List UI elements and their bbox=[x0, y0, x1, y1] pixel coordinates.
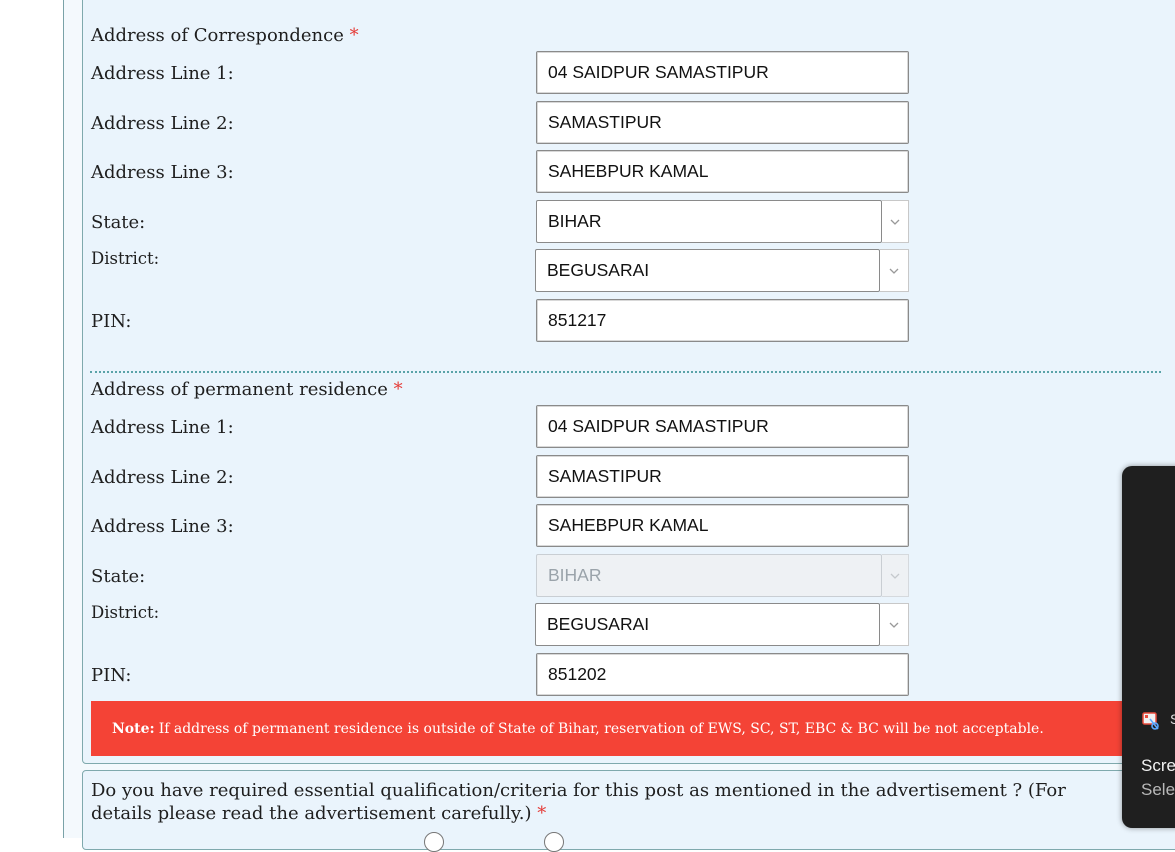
corr-line3-label: Address Line 3: bbox=[91, 162, 234, 183]
perm-district-select[interactable]: BEGUSARAI bbox=[535, 603, 909, 646]
note-text: If address of permanent residence is out… bbox=[158, 720, 1044, 737]
permanent-title: Address of permanent residence * bbox=[91, 379, 403, 400]
corr-state-select[interactable]: BIHAR bbox=[536, 200, 909, 243]
correspondence-title-text: Address of Correspondence bbox=[91, 25, 344, 46]
notification-toast[interactable]: S Scre Selec bbox=[1122, 466, 1175, 828]
correspondence-title: Address of Correspondence * bbox=[91, 25, 359, 46]
chevron-down-icon[interactable] bbox=[882, 200, 909, 243]
corr-state-value[interactable]: BIHAR bbox=[536, 200, 882, 243]
corr-line2-input[interactable]: SAMASTIPUR bbox=[536, 101, 909, 144]
perm-pin-label: PIN: bbox=[91, 665, 132, 686]
perm-pin-input[interactable]: 851202 bbox=[536, 653, 909, 696]
qualification-question-text: Do you have required essential qualifica… bbox=[91, 780, 1066, 824]
corr-line2-label: Address Line 2: bbox=[91, 113, 234, 134]
permanent-title-text: Address of permanent residence bbox=[91, 379, 388, 400]
radio-no[interactable] bbox=[544, 832, 564, 852]
note-label: Note: bbox=[112, 720, 155, 737]
corr-district-select[interactable]: BEGUSARAI bbox=[535, 249, 909, 292]
perm-state-select-disabled: BIHAR bbox=[536, 554, 909, 597]
notification-app-name: S bbox=[1170, 711, 1175, 727]
perm-line2-input[interactable]: SAMASTIPUR bbox=[536, 455, 909, 498]
perm-district-label: District: bbox=[91, 603, 160, 622]
chevron-down-icon bbox=[882, 554, 909, 597]
required-mark: * bbox=[393, 379, 403, 400]
perm-state-value: BIHAR bbox=[536, 554, 882, 597]
notification-title: Scre bbox=[1141, 756, 1175, 775]
corr-district-label: District: bbox=[91, 249, 160, 268]
perm-state-label: State: bbox=[91, 566, 146, 587]
perm-line3-input[interactable]: SAHEBPUR KAMAL bbox=[536, 504, 909, 547]
notification-subtitle: Selec bbox=[1141, 780, 1175, 799]
qualification-question: Do you have required essential qualifica… bbox=[91, 779, 1131, 825]
perm-district-value[interactable]: BEGUSARAI bbox=[535, 603, 880, 646]
corr-district-value[interactable]: BEGUSARAI bbox=[535, 249, 880, 292]
corr-pin-label: PIN: bbox=[91, 311, 132, 332]
required-mark: * bbox=[537, 803, 547, 824]
corr-state-label: State: bbox=[91, 212, 146, 233]
note-banner: Note: If address of permanent residence i… bbox=[91, 701, 1131, 756]
chevron-down-icon[interactable] bbox=[880, 249, 909, 292]
perm-line2-label: Address Line 2: bbox=[91, 467, 234, 488]
corr-line3-input[interactable]: SAHEBPUR KAMAL bbox=[536, 150, 909, 193]
section-divider bbox=[90, 371, 1161, 373]
perm-line1-input[interactable]: 04 SAIDPUR SAMASTIPUR bbox=[536, 405, 909, 448]
snipping-tool-icon bbox=[1142, 712, 1159, 730]
corr-line1-input[interactable]: 04 SAIDPUR SAMASTIPUR bbox=[536, 51, 909, 94]
corr-line1-label: Address Line 1: bbox=[91, 63, 234, 84]
left-border bbox=[63, 0, 64, 838]
required-mark: * bbox=[349, 25, 359, 46]
perm-line1-label: Address Line 1: bbox=[91, 417, 234, 438]
perm-line3-label: Address Line 3: bbox=[91, 516, 234, 537]
corr-pin-input[interactable]: 851217 bbox=[536, 299, 909, 342]
chevron-down-icon[interactable] bbox=[880, 603, 909, 646]
radio-yes[interactable] bbox=[424, 832, 444, 852]
